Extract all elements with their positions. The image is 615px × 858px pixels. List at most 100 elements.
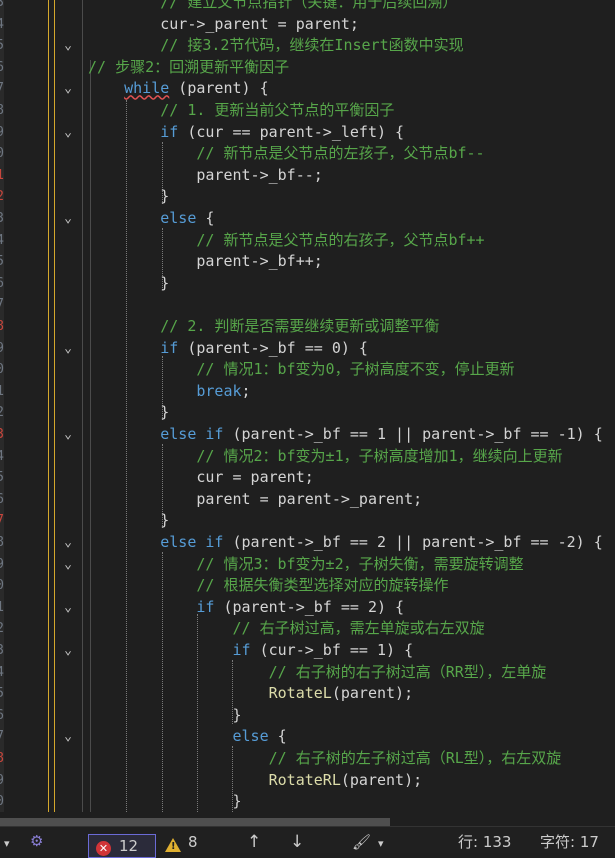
- code-token: if: [232, 641, 251, 659]
- code-token: }: [88, 792, 242, 811]
- code-token: // 接3.2节代码，继续在Insert函数中实现: [88, 36, 464, 55]
- horizontal-scrollbar-thumb[interactable]: [0, 818, 390, 826]
- error-count-button[interactable]: ✕ 12: [88, 834, 156, 858]
- line-number: 1: [0, 599, 4, 615]
- line-number: 7: [0, 729, 4, 745]
- line-number: 3: [0, 643, 4, 658]
- code-token: }: [88, 705, 242, 724]
- code-token: // 根据失衡类型选择对应的旋转操作: [88, 576, 449, 595]
- code-line[interactable]: // 情况2：bf变为±1，子树高度增加1，继续向上更新: [88, 446, 563, 468]
- code-line[interactable]: while (parent) {: [88, 78, 269, 100]
- code-line[interactable]: }: [88, 186, 169, 208]
- code-line[interactable]: else {: [88, 208, 214, 230]
- fold-chevron-icon[interactable]: ⌄: [60, 597, 76, 619]
- code-line[interactable]: }: [88, 791, 242, 812]
- code-line[interactable]: else {: [88, 726, 287, 748]
- code-editor[interactable]: 345678901234567890123456789012345678901 …: [0, 0, 615, 812]
- fold-chevron-icon[interactable]: ⌄: [60, 208, 76, 230]
- code-token: // 右子树的左子树过高（RL型），右左双旋: [88, 749, 562, 767]
- code-line[interactable]: cur = parent;: [88, 467, 313, 489]
- code-line[interactable]: // 右子树的左子树过高（RL型），右左双旋: [88, 748, 562, 770]
- line-number: 5: [0, 470, 4, 486]
- fold-chevron-icon[interactable]: ⌄: [60, 424, 76, 446]
- fold-chevron-icon[interactable]: ⌄: [60, 532, 76, 554]
- code-token: // 情况1：bf变为0，子树高度不变，停止更新: [88, 360, 515, 379]
- code-line[interactable]: }: [88, 273, 169, 295]
- code-line[interactable]: parent->_bf++;: [88, 251, 322, 273]
- code-token: else: [160, 209, 197, 227]
- code-line[interactable]: RotateL(parent);: [88, 683, 414, 705]
- code-line[interactable]: }: [88, 510, 169, 532]
- code-line[interactable]: // 1. 更新当前父节点的平衡因子: [88, 100, 394, 122]
- next-issue-button[interactable]: ↓: [290, 831, 304, 853]
- code-line[interactable]: if (cur == parent->_left) {: [88, 122, 404, 144]
- code-line[interactable]: }: [88, 705, 242, 727]
- fold-chevron-icon[interactable]: ⌄: [60, 78, 76, 100]
- indent-guide: [48, 0, 49, 812]
- fold-chevron-icon[interactable]: ⌄: [60, 726, 76, 748]
- code-token: break: [196, 381, 242, 400]
- line-number: 0: [0, 578, 4, 594]
- line-number: 3: [0, 427, 4, 442]
- fold-chevron-icon[interactable]: ⌄: [60, 122, 76, 144]
- code-token: (parent);: [331, 684, 414, 703]
- code-token: if: [160, 122, 179, 141]
- error-count: 12: [119, 837, 139, 855]
- line-number: 0: [0, 146, 4, 162]
- char-indicator[interactable]: 字符: 17: [540, 831, 599, 853]
- code-cleanup-icon[interactable]: 🖌: [352, 831, 371, 853]
- line-number: 0: [0, 794, 4, 810]
- line-number: 9: [0, 340, 4, 356]
- code-line[interactable]: // 步骤2：回溯更新平衡因子: [88, 57, 289, 79]
- code-token: // 情况3：bf变为±2，子树失衡，需要旋转调整: [88, 554, 524, 573]
- code-line[interactable]: // 根据失衡类型选择对应的旋转操作: [88, 575, 448, 597]
- code-line[interactable]: // 右子树的右子树过高（RR型），左单旋: [88, 662, 547, 684]
- line-indicator[interactable]: 行: 133: [458, 831, 511, 853]
- code-token: parent = parent->_parent;: [88, 489, 423, 508]
- code-line[interactable]: // 新节点是父节点的左孩子，父节点bf--: [88, 143, 484, 165]
- code-line[interactable]: if (parent->_bf == 2) {: [88, 597, 404, 619]
- code-token: cur->_parent = parent;: [88, 14, 359, 33]
- fold-chevron-icon[interactable]: ⌄: [60, 554, 76, 576]
- code-line[interactable]: // 新节点是父节点的右孩子，父节点bf++: [88, 230, 484, 252]
- fold-chevron-icon[interactable]: ⌄: [60, 640, 76, 662]
- line-number: 6: [0, 275, 4, 291]
- code-line[interactable]: // 情况3：bf变为±2，子树失衡，需要旋转调整: [88, 554, 524, 576]
- line-number: 7: [0, 81, 4, 97]
- code-line[interactable]: // 建立父节点指针（关键：用于后续回溯）: [88, 0, 457, 14]
- copilot-icon[interactable]: ⚙: [30, 830, 43, 852]
- code-line[interactable]: parent->_bf--;: [88, 165, 322, 187]
- code-line[interactable]: else if (parent->_bf == 1 || parent->_bf…: [88, 424, 603, 446]
- fold-chevron-icon[interactable]: ⌄: [60, 35, 76, 57]
- code-line[interactable]: if (cur->_bf == 1) {: [88, 640, 414, 662]
- code-line[interactable]: // 右子树过高，需左单旋或右左双旋: [88, 618, 484, 640]
- code-token: else if: [160, 533, 224, 551]
- indent-guide: [82, 0, 83, 812]
- prev-issue-button[interactable]: ↑: [247, 831, 261, 853]
- code-token: RotateL: [268, 684, 332, 703]
- code-line[interactable]: cur->_parent = parent;: [88, 14, 359, 36]
- warning-count[interactable]: 8: [188, 831, 198, 853]
- code-line[interactable]: // 2. 判断是否需要继续更新或调整平衡: [88, 316, 439, 338]
- code-line[interactable]: else if (parent->_bf == 2 || parent->_bf…: [88, 532, 603, 554]
- code-line[interactable]: }: [88, 402, 169, 424]
- code-line[interactable]: break;: [88, 381, 250, 403]
- code-line[interactable]: if (parent->_bf == 0) {: [88, 338, 368, 360]
- code-line[interactable]: parent = parent->_parent;: [88, 489, 422, 511]
- code-line[interactable]: RotateRL(parent);: [88, 770, 423, 792]
- line-number: 8: [0, 751, 4, 766]
- code-token: // 情况2：bf变为±1，子树高度增加1，继续向上更新: [88, 446, 563, 465]
- code-token: // 1. 更新当前父节点的平衡因子: [88, 101, 395, 119]
- warning-icon-mark: !: [171, 841, 176, 852]
- line-number: 4: [0, 664, 4, 680]
- fold-chevron-icon[interactable]: ⌄: [60, 338, 76, 360]
- line-number: 2: [0, 621, 4, 637]
- code-line[interactable]: // 接3.2节代码，继续在Insert函数中实现: [88, 35, 464, 57]
- code-line[interactable]: // 情况1：bf变为0，子树高度不变，停止更新: [88, 359, 515, 381]
- line-number: 5: [0, 38, 4, 54]
